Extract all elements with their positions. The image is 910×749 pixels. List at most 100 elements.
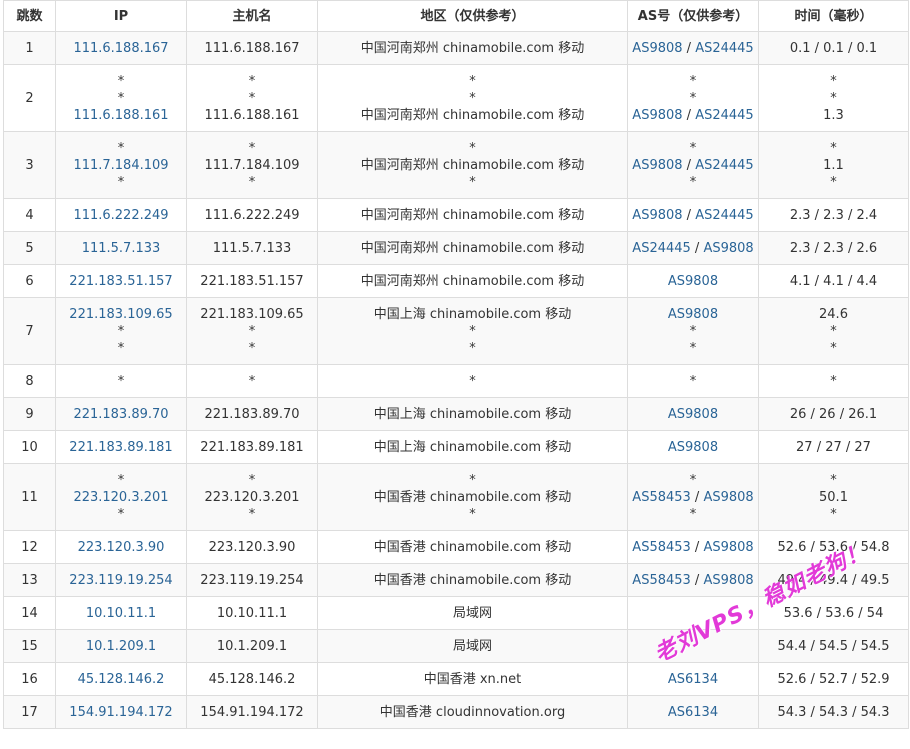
as-link[interactable]: AS24445	[695, 108, 754, 123]
ip-link[interactable]: 45.128.146.2	[78, 672, 165, 687]
as-link[interactable]: AS24445	[695, 208, 754, 223]
as-link[interactable]: AS9808	[703, 490, 753, 505]
time-text: *	[830, 90, 837, 106]
hostname-text: *	[248, 472, 256, 488]
as-link[interactable]: AS6134	[668, 705, 718, 720]
ip-link[interactable]: 223.120.3.201	[73, 490, 168, 505]
ip-link[interactable]: 221.183.51.157	[69, 274, 172, 289]
as-cell: AS9808 / AS24445	[627, 198, 759, 232]
as-link[interactable]: AS9808	[632, 158, 682, 173]
region-text: *	[469, 73, 476, 89]
region-cell: 局域网	[317, 629, 628, 663]
ip-link[interactable]: 223.119.19.254	[69, 573, 172, 588]
as-cell: AS24445 / AS9808	[627, 231, 759, 265]
table-row: 1 111.6.188.167 111.6.188.167 中国河南郑州 chinam…	[3, 31, 909, 65]
table-header-row: 跳数 IP 主机名 地区（仅供参考） AS号（仅供参考） 时间（毫秒）	[3, 0, 909, 32]
table-row: 5 111.5.7.133 111.5.7.133 中国河南郑州 chinamobil…	[3, 231, 909, 265]
region-text: *	[469, 472, 476, 488]
region-cell: 中国河南郑州 chinamobile.com 移动	[317, 31, 628, 65]
ip-cell: 221.183.51.157	[55, 264, 187, 298]
time-text: *	[830, 373, 837, 389]
as-timeout: *	[689, 506, 697, 522]
as-separator: /	[690, 489, 704, 505]
as-cell: AS9808	[627, 430, 759, 464]
as-link[interactable]: AS9808	[668, 407, 718, 422]
as-link[interactable]: AS9808	[632, 41, 682, 56]
hostname-cell: 221.183.109.65 * *	[186, 297, 318, 365]
header-region: 地区（仅供参考）	[317, 0, 628, 32]
hostname-text: *	[248, 373, 256, 389]
hop-number: 7	[25, 323, 34, 339]
as-timeout: *	[689, 140, 697, 156]
as-link[interactable]: AS9808	[703, 241, 753, 256]
as-timeout: *	[689, 373, 697, 389]
ip-link[interactable]: 111.6.222.249	[73, 208, 168, 223]
as-timeout: *	[689, 340, 697, 356]
time-cell: * * 1.3	[758, 64, 909, 132]
region-cell: 中国香港 xn.net	[317, 662, 628, 696]
hop-cell: 17	[3, 695, 56, 729]
hop-number: 2	[25, 90, 34, 106]
as-link[interactable]: AS58453	[632, 540, 691, 555]
table-row: 2 * * 111.6.188.161 * * 111.6.188.161 * * 中国河南郑州 …	[3, 64, 909, 132]
time-cell: *	[758, 364, 909, 398]
ip-timeout: *	[117, 140, 125, 156]
ip-link[interactable]: 10.1.209.1	[86, 639, 156, 654]
hop-cell: 13	[3, 563, 56, 597]
as-link[interactable]: AS9808	[668, 274, 718, 289]
region-cell: * 中国香港 chinamobile.com 移动 *	[317, 463, 628, 531]
as-link[interactable]: AS24445	[695, 41, 754, 56]
as-cell	[627, 596, 759, 630]
hostname-cell: 223.120.3.90	[186, 530, 318, 564]
time-text: 24.6	[819, 306, 848, 322]
ip-link[interactable]: 154.91.194.172	[69, 705, 172, 720]
hop-number: 15	[21, 638, 38, 654]
as-link[interactable]: AS6134	[668, 672, 718, 687]
hostname-text: 223.120.3.90	[208, 539, 296, 555]
header-ip: IP	[55, 0, 187, 32]
hop-number: 10	[21, 439, 38, 455]
as-link[interactable]: AS9808	[632, 208, 682, 223]
as-separator: /	[682, 207, 696, 223]
ip-link[interactable]: 221.183.109.65	[69, 307, 172, 322]
region-cell: 中国香港 cloudinnovation.org	[317, 695, 628, 729]
as-link[interactable]: AS9808	[703, 540, 753, 555]
ip-link[interactable]: 223.120.3.90	[78, 540, 165, 555]
as-link[interactable]: AS9808	[703, 573, 753, 588]
table-row: 15 10.1.209.1 10.1.209.1 局域网 54.4 / 54.5 / …	[3, 629, 909, 663]
ip-link[interactable]: 111.5.7.133	[82, 241, 161, 256]
hop-number: 13	[21, 572, 38, 588]
ip-timeout: *	[117, 73, 125, 89]
as-link[interactable]: AS9808	[632, 108, 682, 123]
time-text: 2.3 / 2.3 / 2.4	[789, 207, 878, 223]
hostname-text: 223.119.19.254	[200, 572, 304, 588]
region-text: 局域网	[452, 605, 492, 621]
header-as: AS号（仅供参考）	[627, 0, 759, 32]
hop-cell: 12	[3, 530, 56, 564]
ip-link[interactable]: 221.183.89.70	[73, 407, 168, 422]
hostname-cell: 154.91.194.172	[186, 695, 318, 729]
as-link[interactable]: AS24445	[632, 241, 691, 256]
table-row: 12 223.120.3.90 223.120.3.90 中国香港 chinamobi…	[3, 530, 909, 564]
hostname-cell: 221.183.51.157	[186, 264, 318, 298]
ip-cell: 111.6.188.167	[55, 31, 187, 65]
hop-cell: 16	[3, 662, 56, 696]
ip-link[interactable]: 111.6.188.167	[73, 41, 168, 56]
ip-link[interactable]: 111.7.184.109	[73, 158, 168, 173]
as-link[interactable]: AS9808	[668, 307, 718, 322]
as-link[interactable]: AS58453	[632, 490, 691, 505]
hop-cell: 3	[3, 131, 56, 199]
as-link[interactable]: AS58453	[632, 573, 691, 588]
time-text: 1.3	[823, 107, 844, 123]
as-link[interactable]: AS9808	[668, 440, 718, 455]
time-text: 49.4 / 49.4 / 49.5	[777, 572, 890, 588]
ip-link[interactable]: 10.10.11.1	[86, 606, 156, 621]
as-cell: AS6134	[627, 662, 759, 696]
hop-cell: 4	[3, 198, 56, 232]
ip-link[interactable]: 221.183.89.181	[69, 440, 172, 455]
hostname-text: 221.183.51.157	[200, 273, 304, 289]
as-link[interactable]: AS24445	[695, 158, 754, 173]
hostname-text: 221.183.89.70	[204, 406, 300, 422]
time-cell: * 1.1 *	[758, 131, 909, 199]
ip-link[interactable]: 111.6.188.161	[73, 108, 168, 123]
